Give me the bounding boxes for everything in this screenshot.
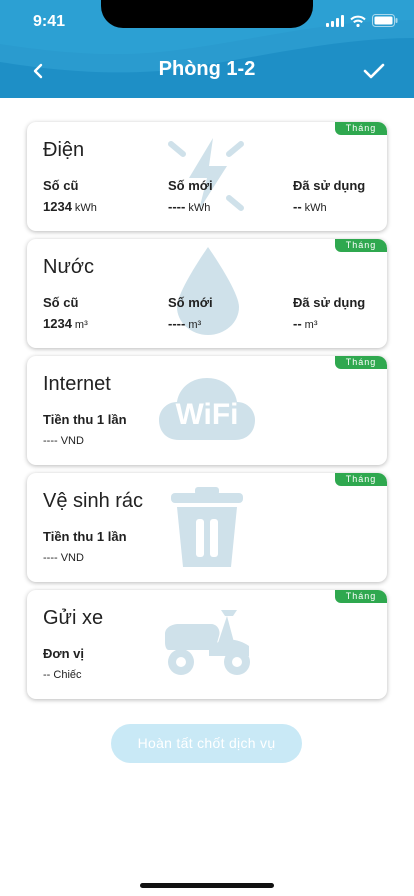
service-card-internet[interactable]: Tháng WiFi Internet Tiền thu 1 lần ---- … — [27, 356, 387, 465]
status-icons — [326, 14, 398, 27]
new-reading-value[interactable]: ---- kWh — [168, 199, 213, 214]
unit-count-column: Đơn vị -- Chiếc — [43, 646, 84, 681]
wifi-icon: WiFi — [159, 378, 255, 440]
column-label: Số mới — [168, 295, 213, 310]
column-label: Số cũ — [43, 295, 79, 310]
wifi-status-icon — [350, 15, 366, 27]
trash-icon — [171, 487, 243, 567]
column-label: Đã sử dụng — [293, 178, 366, 193]
new-reading-column: Số mới ---- m³ — [168, 295, 213, 331]
card-title: Nước — [43, 256, 94, 278]
home-indicator — [140, 883, 274, 888]
card-title: Điện — [43, 139, 85, 161]
battery-icon — [372, 14, 398, 27]
new-reading-column: Số mới ---- kWh — [168, 178, 213, 214]
fee-value[interactable]: ---- VND — [43, 550, 127, 564]
column-label: Đã sử dụng — [293, 295, 366, 310]
billing-period-badge: Tháng — [335, 590, 387, 603]
card-title: Internet — [43, 373, 111, 395]
column-label: Số cũ — [43, 178, 79, 193]
used-amount-value: -- kWh — [293, 199, 327, 214]
billing-period-badge: Tháng — [335, 473, 387, 486]
service-card-trash[interactable]: Tháng Vệ sinh rác Tiền thu 1 lần ---- VN… — [27, 473, 387, 582]
card-title: Vệ sinh rác — [43, 490, 144, 512]
billing-period-badge: Tháng — [335, 356, 387, 369]
app-header: 9:41 Phòng 1-2 — [0, 0, 414, 98]
used-amount-column: Đã sử dụng -- m³ — [293, 295, 365, 331]
service-card-parking[interactable]: Tháng Gửi xe Đơn vị -- Chiếc — [27, 590, 387, 699]
old-reading-column: Số cũ 1234 kWh — [43, 178, 97, 214]
wifi-icon-text: WiFi — [175, 398, 238, 431]
old-reading-column: Số cũ 1234 m³ — [43, 295, 88, 331]
signal-icon — [326, 14, 344, 27]
column-label: Đơn vị — [43, 646, 85, 661]
one-time-fee-column: Tiền thu 1 lần ---- VND — [43, 529, 127, 564]
new-reading-value[interactable]: ---- m³ — [168, 316, 213, 331]
status-time: 9:41 — [33, 13, 66, 30]
column-label: Tiền thu 1 lần — [43, 412, 127, 427]
unit-count-value[interactable]: -- Chiếc — [43, 667, 84, 681]
used-amount-column: Đã sử dụng -- kWh — [293, 178, 365, 214]
billing-period-badge: Tháng — [335, 239, 387, 252]
billing-period-badge: Tháng — [335, 122, 387, 135]
service-card-water[interactable]: Tháng Nước Số cũ 1234 m³ Số mới ---- m³ Đã… — [27, 239, 387, 348]
card-title: Gửi xe — [43, 607, 104, 629]
service-card-electricity[interactable]: Tháng Điện Số cũ 1234 kWh Số mới ---- kWh … — [27, 122, 387, 231]
old-reading-value[interactable]: 1234 kWh — [43, 199, 97, 214]
one-time-fee-column: Tiền thu 1 lần ---- VND — [43, 412, 127, 447]
fee-value[interactable]: ---- VND — [43, 433, 127, 447]
old-reading-value[interactable]: 1234 m³ — [43, 316, 88, 331]
used-amount-value: -- m³ — [293, 316, 318, 331]
column-label: Tiền thu 1 lần — [43, 529, 127, 544]
checkmark-icon — [363, 63, 385, 79]
device-notch — [101, 0, 313, 28]
scooter-icon — [165, 610, 250, 675]
confirm-button[interactable] — [360, 58, 388, 84]
page-title: Phòng 1-2 — [158, 58, 256, 80]
column-label: Số mới — [168, 178, 213, 193]
complete-service-closing-button[interactable]: Hoàn tất chốt dịch vụ — [111, 724, 302, 763]
